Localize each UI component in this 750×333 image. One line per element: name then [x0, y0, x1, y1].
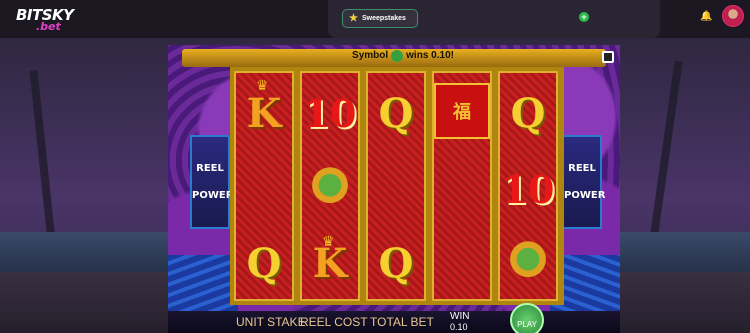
reel-1: ♛ K Q: [234, 71, 294, 301]
reels-area: ♛ K Q 10 ♛ K Q Q 福 Q 10: [230, 67, 564, 305]
game-bottom-bar: UNIT STAKE REEL COST TOTAL BET WIN 0.10: [168, 311, 620, 333]
reel-power-left: REEL POWER: [190, 135, 234, 229]
reel-power-text: POWER: [192, 190, 234, 201]
reel-3: Q Q: [366, 71, 426, 301]
logo-subtext: .bet: [36, 20, 61, 33]
star-icon: ★: [349, 13, 358, 24]
reel-4: 福: [432, 71, 492, 301]
symbol-q: Q: [378, 89, 414, 137]
avatar[interactable]: [722, 5, 744, 27]
win-label: WIN: [450, 311, 470, 322]
symbol-q: Q: [378, 239, 414, 287]
symbol-k: K: [312, 239, 348, 287]
total-bet-label[interactable]: TOTAL BET: [370, 315, 434, 329]
play-button[interactable]: PLAY: [510, 303, 544, 333]
symbol-q: Q: [246, 239, 282, 287]
reel-power-text: REEL: [568, 163, 596, 174]
symbol-phoenix: [500, 225, 556, 301]
reel-power-text: REEL: [196, 163, 224, 174]
win-message: Symbol wins 0.10!: [338, 48, 468, 64]
reel-5: Q 10: [498, 71, 558, 301]
play-label: PLAY: [517, 320, 537, 329]
site-logo[interactable]: BITSKY .bet: [16, 6, 74, 34]
red-envelope-symbol: 福: [434, 83, 490, 139]
reel-cost-label[interactable]: REEL COST: [300, 315, 368, 329]
win-value: 0.10: [450, 322, 468, 332]
symbol-10: 10: [501, 166, 555, 212]
symbol-phoenix: [302, 151, 358, 227]
symbol-icon: [391, 50, 404, 62]
wins-label: wins 0.10!: [406, 50, 454, 61]
sweepstakes-button[interactable]: ★ Sweepstakes: [342, 9, 418, 28]
slot-game: Symbol wins 0.10! REEL POWER REEL POWER …: [168, 45, 620, 333]
reel-2: 10 ♛ K: [300, 71, 360, 301]
reel-power-right: REEL POWER: [562, 135, 606, 229]
reel-power-text: POWER: [564, 190, 606, 201]
symbol-k: K: [246, 89, 282, 137]
unit-stake-label[interactable]: UNIT STAKE: [236, 315, 306, 329]
symbol-q: Q: [510, 89, 546, 137]
bell-icon[interactable]: 🔔: [700, 11, 712, 22]
fullscreen-icon[interactable]: [602, 51, 614, 63]
sweepstakes-label: Sweepstakes: [361, 15, 406, 22]
symbol-10: 10: [303, 90, 357, 136]
add-funds-button[interactable]: +: [579, 12, 589, 22]
symbol-label: Symbol: [352, 50, 389, 61]
